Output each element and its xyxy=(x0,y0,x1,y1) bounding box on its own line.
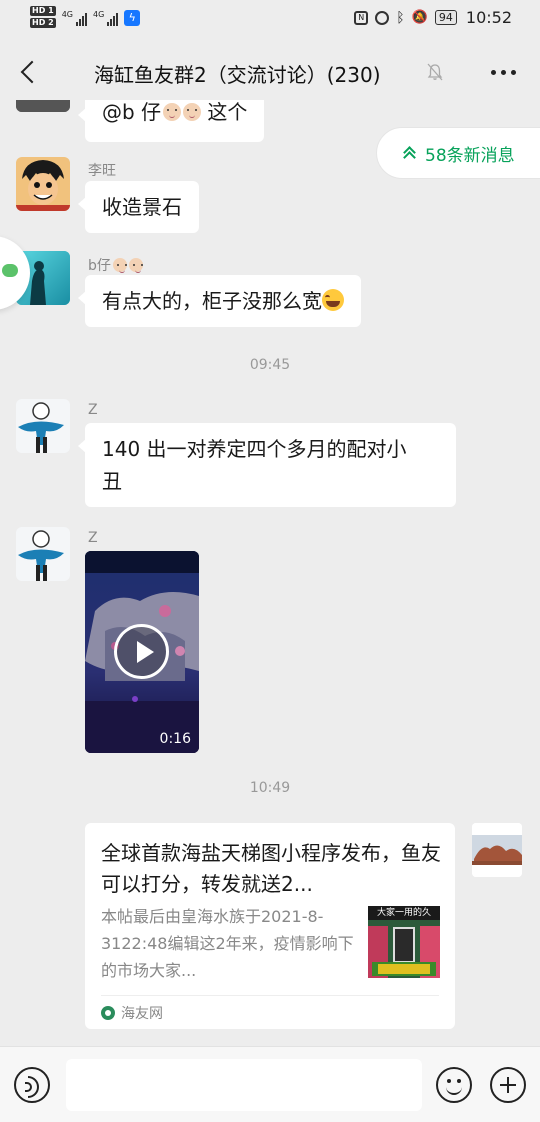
input-bar xyxy=(0,1046,540,1122)
source-logo-icon xyxy=(101,1006,115,1020)
signal-icon: 4G xyxy=(62,10,87,26)
avatar[interactable] xyxy=(16,399,70,453)
sender-name: Z xyxy=(88,402,98,418)
message-bubble[interactable]: @b 仔 这个 xyxy=(77,100,265,142)
status-bar: HD 1 HD 2 4G 4G ϟ N ᛒ 🔕 94 10:52 xyxy=(0,0,540,40)
divider xyxy=(101,995,439,996)
network1-label: 4G xyxy=(61,10,73,19)
timestamp: 09:45 xyxy=(249,357,291,373)
new-messages-button[interactable]: 58条新消息 xyxy=(376,127,540,179)
message-input[interactable] xyxy=(66,1059,422,1111)
sender-name-text: b仔 xyxy=(88,258,111,274)
network2-label: 4G xyxy=(92,10,105,19)
message-bubble[interactable]: 收造景石 xyxy=(78,181,199,233)
back-button[interactable] xyxy=(14,58,44,88)
new-messages-label: 58条新消息 xyxy=(425,145,515,166)
bell-off-icon xyxy=(427,63,443,81)
link-thumbnail: 大家一用的久 xyxy=(368,906,440,978)
sim1-label: HD 1 xyxy=(30,6,56,16)
message-bubble[interactable]: 140 出一对养定四个多月的配对小 丑 xyxy=(78,423,456,507)
video-duration: 0:16 xyxy=(159,731,191,747)
message-text: @b 仔 xyxy=(102,100,162,124)
message-text-suffix: 这个 xyxy=(201,100,248,124)
clock: 10:52 xyxy=(465,8,512,27)
sim2-label: HD 2 xyxy=(30,18,56,28)
baby-emoji-icon xyxy=(112,258,127,273)
avatar[interactable] xyxy=(16,157,70,211)
video-message[interactable]: 0:16 xyxy=(85,551,199,753)
link-title: 全球首款海盐天梯图小程序发布，鱼友可以打分，转发就送2... xyxy=(101,841,441,896)
baby-emoji-icon xyxy=(128,258,143,273)
chat-screen: HD 1 HD 2 4G 4G ϟ N ᛒ 🔕 94 10:52 海缸鱼友群2（… xyxy=(0,0,540,1122)
alarm-icon xyxy=(375,10,390,25)
play-icon[interactable] xyxy=(114,624,169,679)
nfc-icon: N xyxy=(354,10,369,25)
battery-icon: 94 xyxy=(434,10,457,25)
app-notification-icon: ϟ xyxy=(124,10,141,26)
message-text: 收造景石 xyxy=(102,195,182,219)
chat-title: 海缸鱼友群2（交流讨论）(230) xyxy=(94,63,381,87)
sender-name: 李旺 xyxy=(88,163,116,179)
avatar[interactable] xyxy=(16,527,70,581)
more-button[interactable] xyxy=(491,70,516,75)
link-source: 海友网 xyxy=(101,1003,163,1023)
link-card[interactable]: 全球首款海盐天梯图小程序发布，鱼友可以打分，转发就送2... 本帖最后由皇海水族… xyxy=(85,823,455,1029)
link-description: 本帖最后由皇海水族于2021-8-3122:48编辑这2年来，疫情影响下的市场大… xyxy=(101,907,354,980)
mute-status-icon: 🔕 xyxy=(411,10,428,25)
avatar[interactable] xyxy=(16,100,70,112)
sender-name: Z xyxy=(88,530,98,546)
avatar[interactable] xyxy=(472,823,522,877)
sim-indicators: HD 1 HD 2 xyxy=(30,6,56,30)
link-thumbnail-caption: 大家一用的久 xyxy=(376,908,431,918)
message-list[interactable]: @b 仔 这个 李旺 收造景石 b仔 有点大的，柜子没那么宽 09:45 Z 1… xyxy=(0,100,540,1046)
timestamp: 10:49 xyxy=(249,780,291,796)
nav-bar: 海缸鱼友群2（交流讨论）(230) xyxy=(0,46,540,100)
plus-icon[interactable] xyxy=(490,1067,526,1103)
source-name: 海友网 xyxy=(121,1006,163,1022)
double-chevron-up-icon xyxy=(403,146,415,160)
baby-emoji-icon xyxy=(163,103,182,121)
baby-emoji-icon xyxy=(183,103,202,121)
emoji-icon[interactable] xyxy=(436,1067,472,1103)
signal-icon-2: 4G xyxy=(92,10,119,26)
voice-icon[interactable] xyxy=(14,1067,50,1103)
message-text: 有点大的，柜子没那么宽 xyxy=(102,289,322,313)
sender-name: b仔 xyxy=(88,255,143,275)
laughing-emoji-icon xyxy=(322,289,344,311)
bluetooth-icon: ᛒ xyxy=(396,9,405,26)
message-text-line1: 140 出一对养定四个多月的配对小 xyxy=(102,437,407,461)
message-text-line2: 丑 xyxy=(102,469,122,493)
message-bubble[interactable]: 有点大的，柜子没那么宽 xyxy=(78,275,361,327)
